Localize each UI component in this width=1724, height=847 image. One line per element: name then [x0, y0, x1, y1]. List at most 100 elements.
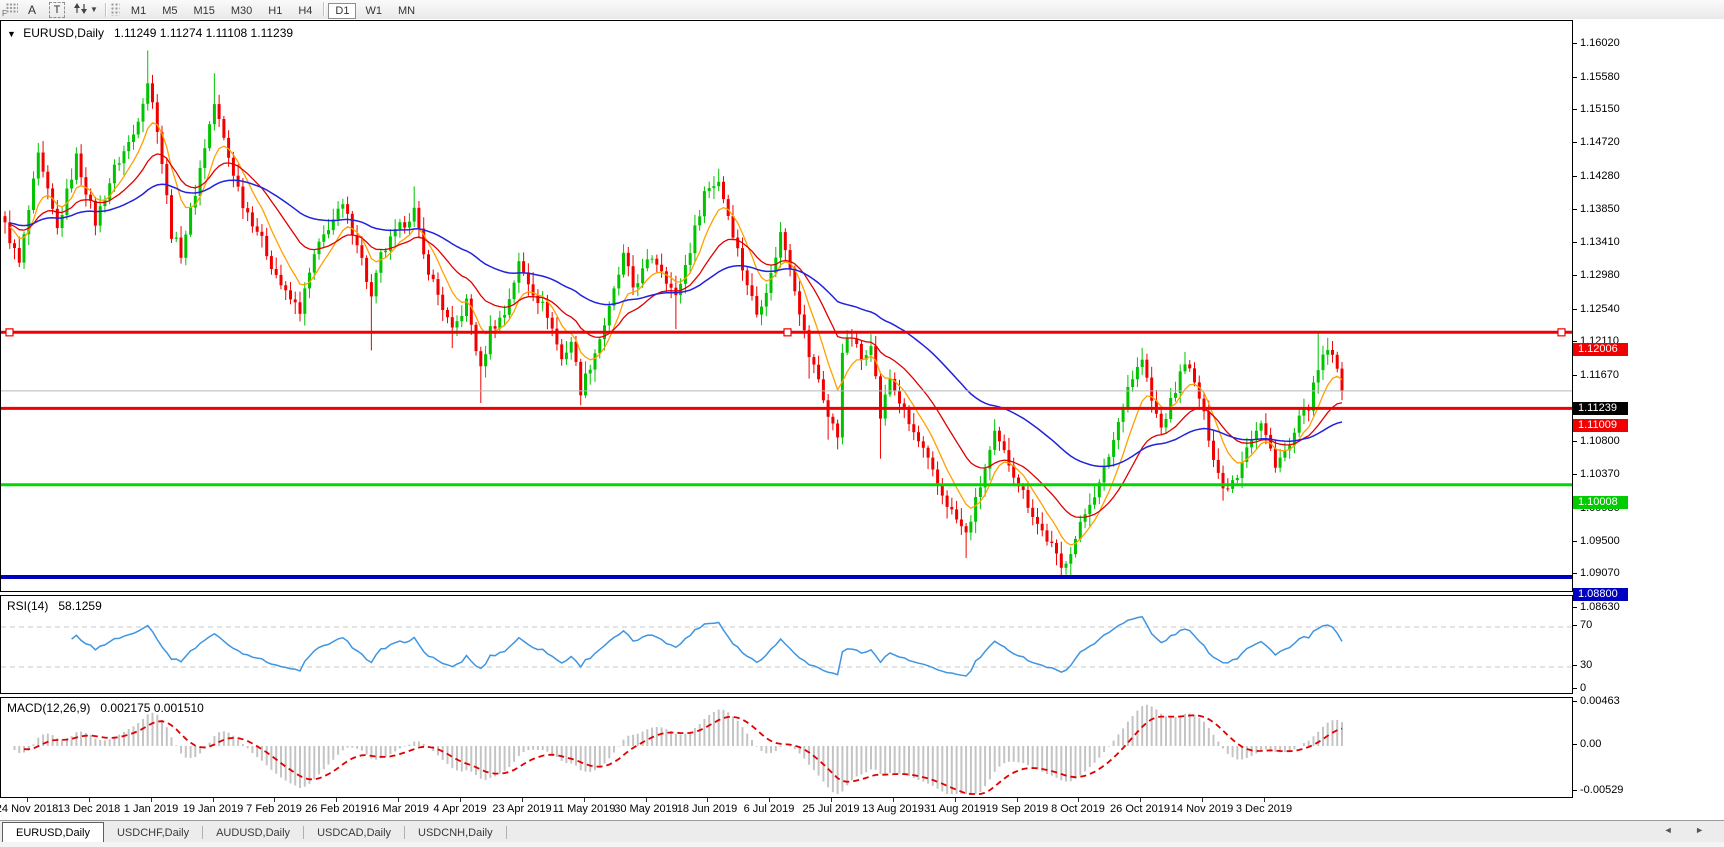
- tab-usdchf[interactable]: USDCHF,Daily: [104, 823, 202, 842]
- price-axis-tick: 1.16020: [1573, 37, 1620, 50]
- date-tick-mark: [336, 798, 337, 802]
- macd-histogram: [13, 704, 1343, 794]
- price-axis-tick: 1.09500: [1573, 535, 1620, 548]
- rsi-axis-tick: 70: [1573, 619, 1592, 632]
- macd-label: MACD(12,26,9) 0.002175 0.001510: [7, 701, 204, 715]
- toolbar-separator: [323, 2, 325, 17]
- macd-indicator-panel[interactable]: MACD(12,26,9) 0.002175 0.001510: [0, 697, 1573, 798]
- font-label-tool-button[interactable]: A: [23, 2, 41, 17]
- date-label: 13 Aug 2019: [862, 803, 924, 815]
- rsi-label: RSI(14) 58.1259: [7, 599, 102, 613]
- timeframe-button-h4[interactable]: H4: [291, 3, 319, 19]
- tick-mark: [1573, 242, 1577, 243]
- tick-mark: [1573, 77, 1577, 78]
- date-label: 18 Jun 2019: [676, 803, 738, 815]
- timeframe-button-m5[interactable]: M5: [155, 3, 184, 19]
- price-axis: 1.16020 1.15580 1.15150 1.14720 1.14280 1.138…: [1573, 19, 1724, 801]
- date-label: 4 Apr 2019: [433, 803, 487, 815]
- tab-separator: [505, 826, 507, 839]
- date-label: 16 Mar 2019: [367, 803, 429, 815]
- date-tick-mark: [213, 798, 214, 802]
- timeframe-button-mn[interactable]: MN: [391, 3, 422, 19]
- date-label: 30 May 2019: [614, 803, 678, 815]
- price-tag-1.11239: 1.11239: [1573, 402, 1628, 415]
- tab-scroll-left-icon[interactable]: ◄: [1664, 825, 1683, 835]
- date-tick-mark: [460, 798, 461, 802]
- candlesticks: [3, 50, 1344, 578]
- line-drag-handle[interactable]: [783, 328, 792, 337]
- price-axis-tick: 1.14720: [1573, 136, 1620, 149]
- price-axis-tick: 1.14280: [1573, 170, 1620, 183]
- line-drag-handle[interactable]: [5, 328, 14, 337]
- date-tick-mark: [831, 798, 832, 802]
- timeframe-button-w1[interactable]: W1: [358, 3, 389, 19]
- macd-axis-tick: -0.00529: [1573, 784, 1623, 797]
- date-tick-mark: [1017, 798, 1018, 802]
- tab-usdcad[interactable]: USDCAD,Daily: [304, 823, 404, 842]
- price-axis-tick: 1.11670: [1573, 369, 1619, 382]
- date-tick-mark: [769, 798, 770, 802]
- chart-ohlc-values: 1.11249 1.11274 1.11108 1.11239: [113, 26, 294, 40]
- date-tick-mark: [1264, 798, 1265, 802]
- grip-dots-icon: [6, 2, 18, 14]
- timeframe-button-m1[interactable]: M1: [124, 3, 153, 19]
- text-tool-button[interactable]: T: [49, 1, 65, 18]
- chart-symbol-label: EURUSD,Daily: [23, 26, 104, 40]
- timeframe-button-group: M1 M5 M15 M30 H1 H4 D1 W1 MN: [123, 1, 423, 19]
- ma-mid-line: [9, 153, 1343, 519]
- symbol-tabs: EURUSD,Daily USDCHF,Daily AUDUSD,Daily USDC…: [2, 821, 507, 842]
- toolbar-grip-icon: [110, 3, 120, 16]
- timeframe-button-m30[interactable]: M30: [224, 3, 259, 19]
- price-axis-tick: 1.15150: [1573, 103, 1620, 116]
- price-axis-tick: 1.10800: [1573, 435, 1620, 448]
- price-axis-tick: 1.13410: [1573, 236, 1620, 249]
- date-label: 19 Sep 2019: [985, 803, 1049, 815]
- status-strip: [0, 842, 1724, 847]
- price-tag-1.08800: 1.08800: [1573, 588, 1628, 601]
- macd-current-values: 0.002175 0.001510: [100, 701, 204, 715]
- tab-usdcnh[interactable]: USDCNH,Daily: [405, 823, 506, 842]
- date-label: 23 Apr 2019: [492, 803, 552, 815]
- date-tick-mark: [584, 798, 585, 802]
- date-tick-mark: [646, 798, 647, 802]
- date-label: 13 Dec 2018: [57, 803, 121, 815]
- price-chart-canvas[interactable]: [1, 21, 1572, 591]
- tick-mark: [1573, 607, 1577, 608]
- macd-axis-tick: 0.00463: [1573, 695, 1620, 708]
- price-chart-panel[interactable]: ▼ EURUSD,Daily 1.11249 1.11274 1.11108 1…: [0, 20, 1573, 592]
- timeframe-button-h1[interactable]: H1: [261, 3, 289, 19]
- tab-audusd[interactable]: AUDUSD,Daily: [203, 823, 303, 842]
- price-axis-tick: 1.13850: [1573, 203, 1620, 216]
- rsi-canvas[interactable]: [1, 596, 1572, 693]
- macd-canvas[interactable]: [1, 698, 1572, 797]
- timeframe-button-d1[interactable]: D1: [328, 2, 357, 19]
- rsi-indicator-panel[interactable]: RSI(14) 58.1259: [0, 595, 1573, 694]
- date-label: 1 Jan 2019: [123, 803, 179, 815]
- rsi-axis-tick: 30: [1573, 659, 1592, 672]
- tab-scroll-arrows: ◄ ►: [1664, 825, 1714, 835]
- date-label: 8 Oct 2019: [1051, 803, 1105, 815]
- tick-mark: [1573, 573, 1577, 574]
- tick-mark: [1573, 142, 1577, 143]
- date-tick-mark: [707, 798, 708, 802]
- date-label: 14 Nov 2019: [1170, 803, 1234, 815]
- macd-signal-line: [23, 714, 1343, 795]
- toolbar-separator: [104, 2, 106, 17]
- ma-fast-line: [9, 122, 1343, 546]
- tick-mark: [1573, 309, 1577, 310]
- timeframe-button-m15[interactable]: M15: [186, 3, 221, 19]
- date-tick-mark: [1140, 798, 1141, 802]
- price-tag-1.10008: 1.10008: [1573, 496, 1628, 509]
- trading-terminal-window: F A T ▼ M1 M5 M15 M30 H1 H4 D1 W1 MN ▼ EURUSD,Da…: [0, 0, 1724, 847]
- tick-mark: [1573, 441, 1577, 442]
- tick-mark: [1573, 275, 1577, 276]
- line-drag-handle[interactable]: [1557, 328, 1566, 337]
- chart-workarea: ▼ EURUSD,Daily 1.11249 1.11274 1.11108 1…: [0, 19, 1724, 820]
- tick-mark: [1573, 341, 1577, 342]
- tab-eurusd[interactable]: EURUSD,Daily: [2, 822, 104, 842]
- tab-scroll-right-icon[interactable]: ►: [1695, 825, 1714, 835]
- date-label: 7 Feb 2019: [246, 803, 302, 815]
- arrows-tool-button[interactable]: ▼: [73, 2, 98, 17]
- price-tag-1.11009: 1.11009: [1573, 419, 1628, 432]
- date-axis: 24 Nov 2018 13 Dec 2018 1 Jan 2019 19 Jan 2…: [0, 798, 1724, 820]
